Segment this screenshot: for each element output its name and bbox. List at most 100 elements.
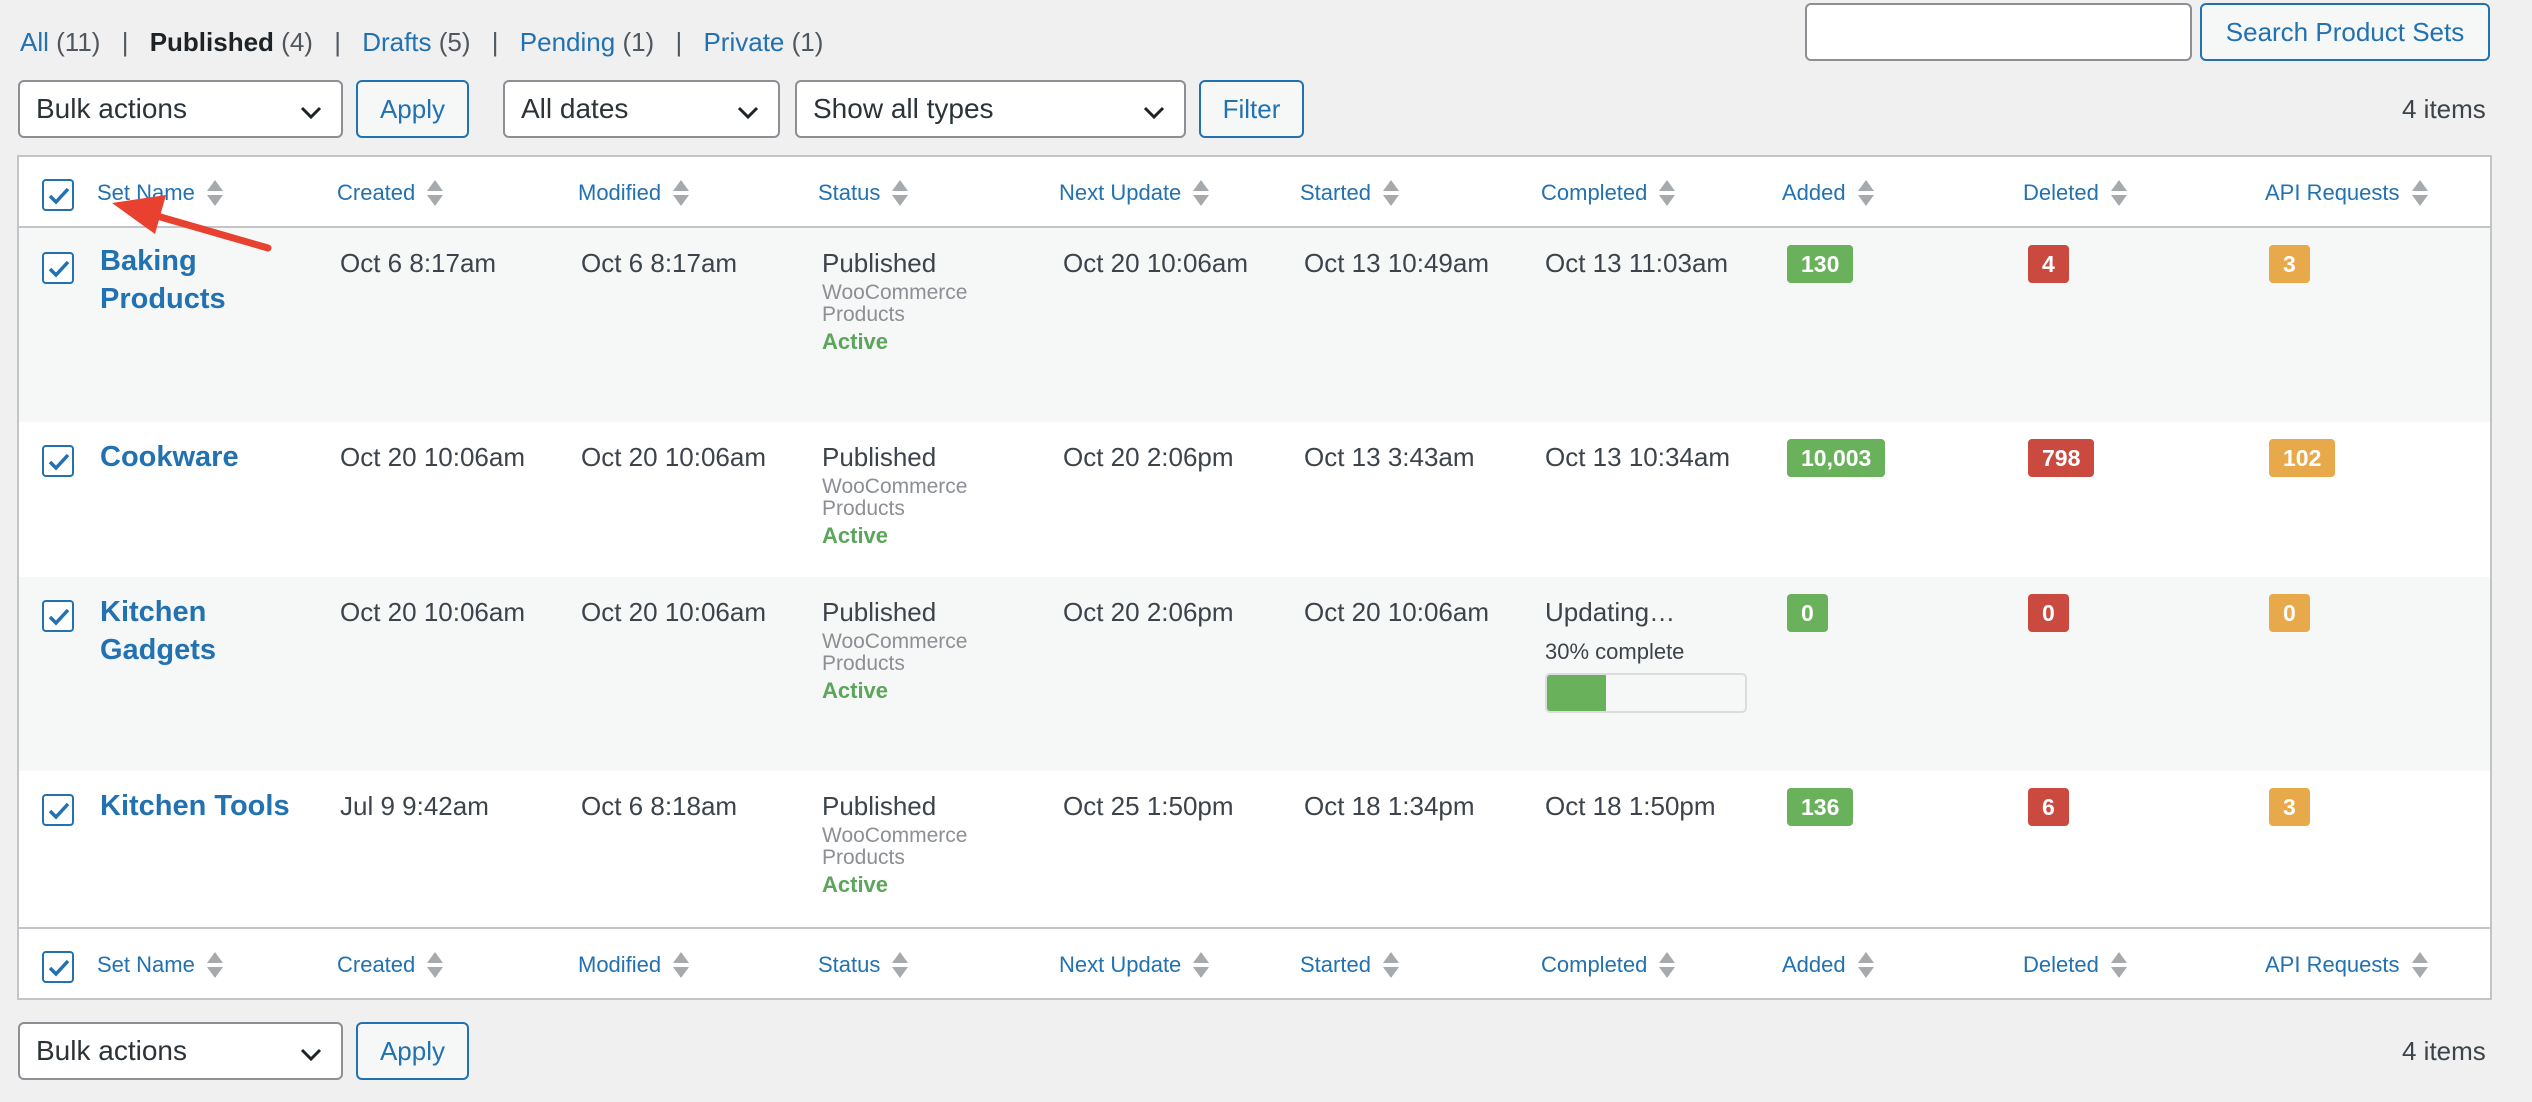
table-row: Baking Products Oct 6 8:17am Oct 6 8:17a… — [19, 228, 2490, 422]
created-cell: Oct 20 10:06am — [340, 442, 525, 472]
column-header-deleted[interactable]: Deleted — [2023, 157, 2127, 228]
api-requests-badge: 0 — [2269, 594, 2310, 632]
started-cell: Oct 20 10:06am — [1304, 597, 1489, 627]
column-header-added[interactable]: Added — [1782, 157, 1874, 228]
set-name-link[interactable]: Kitchen Gadgets — [100, 593, 280, 669]
row-checkbox[interactable] — [42, 445, 74, 477]
deleted-badge: 4 — [2028, 245, 2069, 283]
column-header-status[interactable]: Status — [818, 157, 909, 228]
column-footer-added[interactable]: Added — [1782, 929, 1874, 1000]
added-badge: 136 — [1787, 788, 1854, 826]
view-private-link[interactable]: Private — [703, 27, 784, 57]
view-drafts-count: (5) — [438, 27, 471, 57]
sort-icon — [1193, 950, 1210, 980]
chevron-down-icon — [1143, 106, 1165, 120]
filter-button[interactable]: Filter — [1199, 80, 1304, 138]
completed-cell: Updating… — [1545, 597, 1676, 627]
column-label: Created — [337, 179, 416, 205]
created-cell: Jul 9 9:42am — [340, 791, 489, 821]
column-footer-completed[interactable]: Completed — [1541, 929, 1676, 1000]
modified-cell: Oct 6 8:17am — [581, 248, 738, 278]
set-type-text: WooCommerce Products — [822, 630, 968, 675]
status-text: Published — [822, 597, 937, 627]
active-label: Active — [822, 329, 889, 354]
sort-icon — [427, 178, 444, 208]
chevron-down-icon — [300, 106, 322, 120]
status-cell: Published WooCommerce Products Active — [822, 791, 1012, 899]
view-drafts-link[interactable]: Drafts — [362, 27, 431, 57]
sort-icon — [1857, 178, 1874, 208]
column-footer-created[interactable]: Created — [337, 929, 444, 1000]
annotation-arrow-icon — [112, 195, 272, 252]
column-footer-deleted[interactable]: Deleted — [2023, 929, 2127, 1000]
bulk-actions-value: Bulk actions — [36, 1035, 187, 1066]
row-checkbox[interactable] — [42, 794, 74, 826]
apply-button[interactable]: Apply — [356, 80, 469, 138]
type-filter-select[interactable]: Show all types — [795, 80, 1186, 138]
search-input[interactable] — [1805, 3, 2192, 61]
column-header-started[interactable]: Started — [1300, 157, 1399, 228]
column-label: Created — [337, 951, 416, 977]
column-footer-next-update[interactable]: Next Update — [1059, 929, 1210, 1000]
select-all-checkbox-footer[interactable] — [42, 951, 74, 983]
set-type-text: WooCommerce Products — [822, 475, 968, 520]
api-requests-badge: 102 — [2269, 439, 2336, 477]
table-row: Cookware Oct 20 10:06am Oct 20 10:06am P… — [19, 422, 2490, 577]
bulk-actions-select-bottom[interactable]: Bulk actions — [18, 1022, 343, 1080]
column-footer-modified[interactable]: Modified — [578, 929, 690, 1000]
set-name-link[interactable]: Cookware — [100, 438, 320, 476]
column-label: API Requests — [2265, 179, 2400, 205]
next-update-cell: Oct 25 1:50pm — [1063, 791, 1234, 821]
completed-cell: Oct 13 10:34am — [1545, 442, 1730, 472]
column-footer-status[interactable]: Status — [818, 929, 909, 1000]
next-update-cell: Oct 20 2:06pm — [1063, 442, 1234, 472]
sort-icon — [1382, 950, 1399, 980]
apply-button-bottom[interactable]: Apply — [356, 1022, 469, 1080]
column-footer-started[interactable]: Started — [1300, 929, 1399, 1000]
progress-fill — [1547, 675, 1607, 711]
started-cell: Oct 13 10:49am — [1304, 248, 1489, 278]
column-header-api-requests[interactable]: API Requests — [2265, 157, 2428, 228]
modified-cell: Oct 20 10:06am — [581, 442, 766, 472]
date-filter-select[interactable]: All dates — [503, 80, 780, 138]
column-label: Started — [1300, 179, 1371, 205]
status-text: Published — [822, 442, 937, 472]
column-label: Status — [818, 179, 881, 205]
column-label: Modified — [578, 179, 662, 205]
started-cell: Oct 13 3:43am — [1304, 442, 1475, 472]
column-header-created[interactable]: Created — [337, 157, 444, 228]
next-update-cell: Oct 20 10:06am — [1063, 248, 1248, 278]
status-text: Published — [822, 248, 937, 278]
column-footer-api-requests[interactable]: API Requests — [2265, 929, 2428, 1000]
completed-cell: Oct 18 1:50pm — [1545, 791, 1716, 821]
view-pending-link[interactable]: Pending — [520, 27, 615, 57]
table-row: Kitchen Tools Jul 9 9:42am Oct 6 8:18am … — [19, 771, 2490, 929]
modified-cell: Oct 20 10:06am — [581, 597, 766, 627]
column-header-completed[interactable]: Completed — [1541, 157, 1676, 228]
deleted-badge: 6 — [2028, 788, 2069, 826]
column-label: Completed — [1541, 179, 1648, 205]
column-header-modified[interactable]: Modified — [578, 157, 690, 228]
column-footer-set-name[interactable]: Set Name — [97, 929, 223, 1000]
row-checkbox[interactable] — [42, 600, 74, 632]
active-label: Active — [822, 872, 889, 897]
items-count: 4 items — [2402, 94, 2486, 124]
set-type-text: WooCommerce Products — [822, 824, 968, 869]
column-header-next-update[interactable]: Next Update — [1059, 157, 1210, 228]
chevron-down-icon — [737, 106, 759, 120]
set-name-link[interactable]: Kitchen Tools — [100, 787, 330, 825]
column-label: Completed — [1541, 951, 1648, 977]
checkmark-icon — [48, 453, 70, 471]
api-requests-badge: 3 — [2269, 245, 2310, 283]
sort-icon — [1193, 178, 1210, 208]
separator: | — [675, 27, 683, 57]
sort-icon — [1857, 950, 1874, 980]
added-badge: 130 — [1787, 245, 1854, 283]
created-cell: Oct 6 8:17am — [340, 248, 497, 278]
status-text: Published — [822, 791, 937, 821]
sort-icon — [2110, 178, 2127, 208]
sort-icon — [427, 950, 444, 980]
search-button[interactable]: Search Product Sets — [2200, 3, 2490, 61]
started-cell: Oct 18 1:34pm — [1304, 791, 1475, 821]
checkmark-icon — [48, 802, 70, 820]
